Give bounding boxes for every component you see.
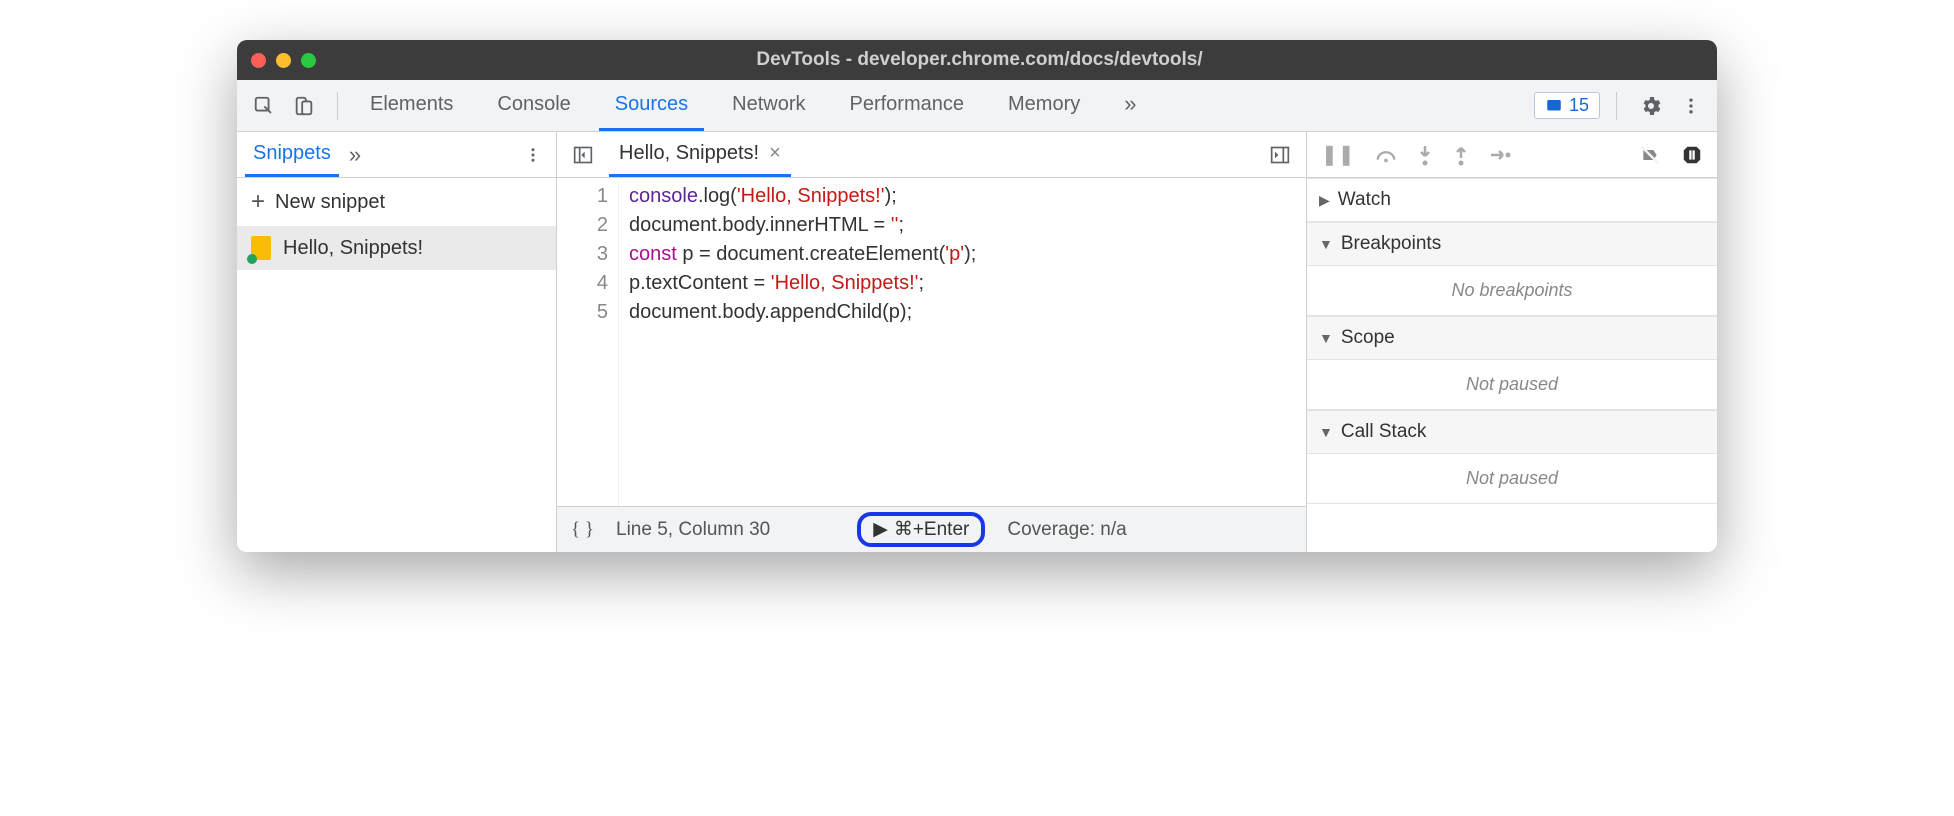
panel-tabs: Elements Console Sources Network Perform…: [354, 80, 1528, 131]
breakpoints-header[interactable]: ▼Breakpoints: [1307, 222, 1717, 266]
device-toggle-icon[interactable]: [287, 91, 321, 121]
tab-console[interactable]: Console: [481, 80, 586, 131]
minimize-icon[interactable]: [276, 53, 291, 68]
tab-elements[interactable]: Elements: [354, 80, 469, 131]
titlebar: DevTools - developer.chrome.com/docs/dev…: [237, 40, 1717, 80]
run-shortcut: ⌘+Enter: [894, 518, 970, 541]
kebab-icon[interactable]: [1675, 90, 1707, 122]
step-into-icon[interactable]: [1417, 144, 1433, 166]
debugger-pane: ❚❚ ▶: [1307, 132, 1717, 552]
issues-chip[interactable]: 15: [1534, 92, 1600, 119]
breakpoints-body: No breakpoints: [1307, 266, 1717, 316]
tab-sources[interactable]: Sources: [599, 80, 704, 131]
tab-memory[interactable]: Memory: [992, 80, 1096, 131]
run-snippet-button[interactable]: ▶ ⌘+Enter: [857, 512, 985, 547]
more-tabs-icon[interactable]: »: [1108, 80, 1152, 131]
snippet-file-label: Hello, Snippets!: [283, 237, 423, 260]
deactivate-breakpoints-icon[interactable]: [1639, 145, 1661, 165]
debugger-toolbar: ❚❚: [1307, 132, 1717, 178]
code-editor: Hello, Snippets! × 12345 console.log('He…: [557, 132, 1307, 552]
new-snippet-label: New snippet: [275, 191, 385, 214]
close-icon[interactable]: [251, 53, 266, 68]
snippet-file-icon: [251, 236, 271, 260]
scope-body: Not paused: [1307, 360, 1717, 410]
gear-icon[interactable]: [1633, 90, 1669, 122]
format-icon[interactable]: { }: [571, 519, 594, 541]
traffic-lights: [251, 53, 316, 68]
tab-network[interactable]: Network: [716, 80, 821, 131]
coverage-status: Coverage: n/a: [1007, 519, 1126, 541]
cursor-position: Line 5, Column 30: [616, 519, 770, 541]
pause-icon[interactable]: ❚❚: [1321, 142, 1355, 167]
inspect-icon[interactable]: [247, 91, 281, 121]
main-toolbar: Elements Console Sources Network Perform…: [237, 80, 1717, 132]
editor-tab-label: Hello, Snippets!: [619, 142, 759, 165]
navigator-sidebar: Snippets » + New snippet Hello, Snippets…: [237, 132, 557, 552]
step-icon[interactable]: [1489, 147, 1511, 163]
issues-count: 15: [1569, 95, 1589, 116]
line-gutter: 12345: [557, 182, 619, 506]
sidebar-kebab-icon[interactable]: [518, 140, 548, 170]
chevron-down-icon: ▼: [1319, 330, 1333, 346]
editor-tab[interactable]: Hello, Snippets! ×: [609, 132, 791, 177]
status-bar: { } Line 5, Column 30 ▶ ⌘+Enter Coverage…: [557, 506, 1306, 552]
sidebar-more-icon[interactable]: »: [349, 142, 361, 168]
plus-icon: +: [251, 188, 265, 216]
close-tab-icon[interactable]: ×: [769, 142, 781, 165]
devtools-window: DevTools - developer.chrome.com/docs/dev…: [237, 40, 1717, 552]
snippet-file-row[interactable]: Hello, Snippets!: [237, 226, 556, 270]
tab-performance[interactable]: Performance: [834, 80, 981, 131]
chevron-down-icon: ▼: [1319, 424, 1333, 440]
debugger-toggle-icon[interactable]: [1262, 141, 1298, 169]
sidebar-tab-snippets[interactable]: Snippets: [245, 132, 339, 177]
window-title: DevTools - developer.chrome.com/docs/dev…: [316, 49, 1643, 71]
chevron-right-icon: ▶: [1319, 192, 1330, 209]
scope-header[interactable]: ▼Scope: [1307, 316, 1717, 360]
callstack-body: Not paused: [1307, 454, 1717, 504]
chevron-down-icon: ▼: [1319, 236, 1333, 252]
new-snippet-button[interactable]: + New snippet: [237, 178, 556, 226]
zoom-icon[interactable]: [301, 53, 316, 68]
step-over-icon[interactable]: [1375, 146, 1397, 164]
step-out-icon[interactable]: [1453, 144, 1469, 166]
play-icon: ▶: [873, 518, 888, 541]
navigator-toggle-icon[interactable]: [565, 141, 601, 169]
callstack-header[interactable]: ▼Call Stack: [1307, 410, 1717, 454]
watch-header[interactable]: ▶Watch: [1307, 178, 1717, 222]
code-lines[interactable]: console.log('Hello, Snippets!');document…: [619, 182, 976, 506]
pause-on-exception-icon[interactable]: [1681, 144, 1703, 166]
